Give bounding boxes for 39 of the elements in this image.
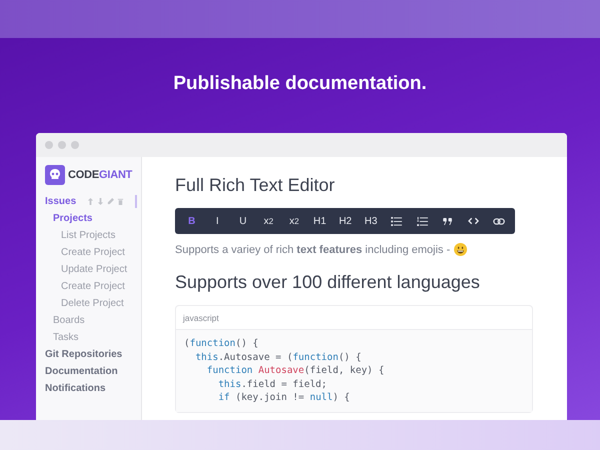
page-title: Full Rich Text Editor	[175, 175, 336, 196]
numbered-list-icon	[416, 216, 428, 226]
grinning-emoji-icon	[454, 243, 468, 256]
format-button[interactable]: H2	[332, 210, 358, 232]
window-dot	[45, 141, 53, 149]
sidebar-item[interactable]: Documentation	[45, 366, 118, 377]
window-dot	[71, 141, 79, 149]
logo-text: CODEGIANT	[68, 169, 132, 181]
sidebar-item[interactable]: Update Project	[45, 261, 141, 278]
skull-logo-icon	[45, 165, 65, 185]
window-dot	[58, 141, 66, 149]
bullet-list-icon	[391, 216, 402, 226]
sidebar-item[interactable]: Tasks	[45, 329, 141, 346]
format-button[interactable]: U	[230, 210, 256, 232]
code-line: this.field = field;	[217, 378, 328, 391]
sidebar-item[interactable]: Issues	[45, 196, 76, 207]
sidebar-item[interactable]: Delete Project	[45, 295, 141, 312]
section-heading: Supports over 100 different languages	[175, 272, 481, 293]
format-button[interactable]: H3	[358, 210, 384, 232]
format-button[interactable]: B	[179, 210, 205, 232]
sidebar-item[interactable]: Create Project	[45, 278, 141, 295]
drag-handle[interactable]	[135, 195, 138, 208]
headline: Publishable documentation.	[172, 72, 428, 96]
sidebar-item[interactable]: Create Project	[45, 244, 141, 261]
sidebar-item[interactable]: Boards	[45, 312, 141, 329]
sidebar-item[interactable]: List Projects	[45, 227, 141, 244]
sidebar-item[interactable]: Notifications	[45, 383, 106, 394]
code-line: this.Autosave = (function() {	[194, 350, 362, 364]
description-text: Supports a variey of rich text features including emojis -	[175, 244, 450, 256]
sidebar-item[interactable]: Git Repositories	[45, 349, 122, 360]
code-line: (function() {	[184, 337, 260, 350]
sidebar-item[interactable]: Projects	[45, 210, 141, 227]
format-button[interactable]: I	[204, 210, 230, 232]
code-line: function Autosave(field, key) {	[206, 364, 386, 378]
link-icon	[492, 218, 505, 224]
code-line: if (key.join != null) {	[217, 391, 351, 404]
format-button[interactable]: H1	[306, 210, 333, 232]
code-icon	[468, 217, 479, 225]
quote-icon	[443, 218, 452, 224]
